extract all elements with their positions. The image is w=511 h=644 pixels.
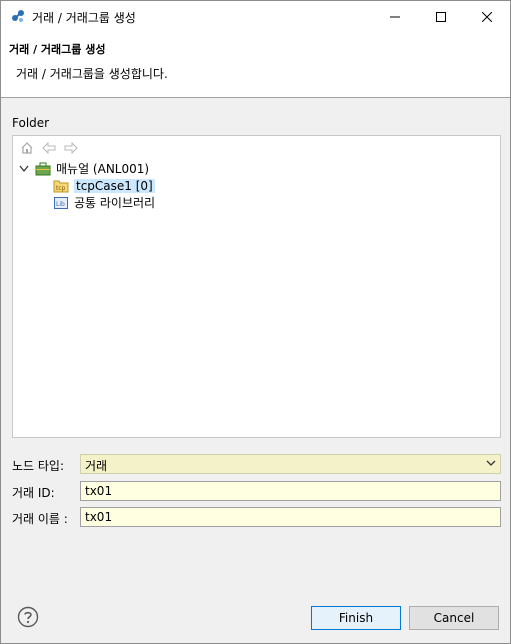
svg-text:Lib: Lib bbox=[56, 201, 65, 208]
maximize-button[interactable] bbox=[418, 1, 464, 32]
tx-name-label: 거래 이름 : bbox=[12, 512, 68, 526]
node-type-value: 거래 bbox=[85, 459, 108, 473]
tree-item-label: 공통 라이브러리 bbox=[74, 196, 156, 210]
app-icon bbox=[12, 10, 24, 22]
minimize-icon bbox=[390, 16, 400, 17]
tx-name-field[interactable]: tx01 bbox=[80, 507, 501, 527]
back-arrow-icon[interactable] bbox=[41, 140, 57, 156]
close-button[interactable] bbox=[464, 1, 510, 32]
maximize-icon bbox=[436, 11, 446, 22]
wizard-header: 거래 / 거래그룹 생성 거래 / 거래그룹을 생성합니다. bbox=[1, 32, 510, 98]
svg-text:tcp: tcp bbox=[56, 185, 66, 192]
tree-item-tcpcase[interactable]: tcp tcpCase1 [0] bbox=[53, 177, 155, 194]
tx-id-value: tx01 bbox=[85, 484, 113, 498]
folder-label: Folder bbox=[12, 116, 50, 130]
window-title: 거래 / 거래그룹 생성 bbox=[32, 11, 136, 25]
tree-item-library[interactable]: Lib 공통 라이브러리 bbox=[53, 194, 155, 211]
tree-item-label: 매뉴얼 (ANL001) bbox=[56, 162, 150, 176]
node-type-label: 노드 타입: bbox=[12, 459, 65, 473]
folder-tree[interactable]: 매뉴얼 (ANL001) tcp tcpCase1 [0] Lib 공통 라이브… bbox=[12, 135, 501, 438]
tree-toolbar bbox=[19, 140, 79, 156]
close-icon bbox=[482, 11, 492, 22]
cancel-button[interactable]: Cancel bbox=[409, 606, 499, 630]
header-description: 거래 / 거래그룹을 생성합니다. bbox=[16, 67, 168, 81]
library-icon: Lib bbox=[54, 196, 68, 209]
finish-button[interactable]: Finish bbox=[311, 606, 401, 630]
tree-item-root[interactable]: 매뉴얼 (ANL001) bbox=[17, 160, 149, 177]
home-icon[interactable] bbox=[19, 140, 35, 156]
minimize-button[interactable] bbox=[372, 1, 418, 32]
title-bar: 거래 / 거래그룹 생성 bbox=[1, 1, 510, 32]
tree-item-label: tcpCase1 [0] bbox=[74, 178, 155, 193]
dialog-window: 거래 / 거래그룹 생성 거래 / 거래그룹 생성 거래 / 거래그룹을 생성합… bbox=[0, 0, 511, 644]
node-type-select[interactable]: 거래 bbox=[80, 454, 501, 474]
briefcase-icon bbox=[35, 162, 51, 175]
chevron-down-icon bbox=[486, 460, 496, 466]
forward-arrow-icon[interactable] bbox=[63, 140, 79, 156]
header-title: 거래 / 거래그룹 생성 bbox=[9, 43, 106, 56]
folder-tcp-icon: tcp bbox=[53, 180, 69, 192]
tx-name-value: tx01 bbox=[85, 510, 113, 524]
tx-id-field[interactable]: tx01 bbox=[80, 481, 501, 501]
help-icon[interactable] bbox=[17, 606, 39, 628]
tx-id-label: 거래 ID: bbox=[12, 486, 55, 500]
chevron-down-icon[interactable] bbox=[17, 162, 31, 176]
